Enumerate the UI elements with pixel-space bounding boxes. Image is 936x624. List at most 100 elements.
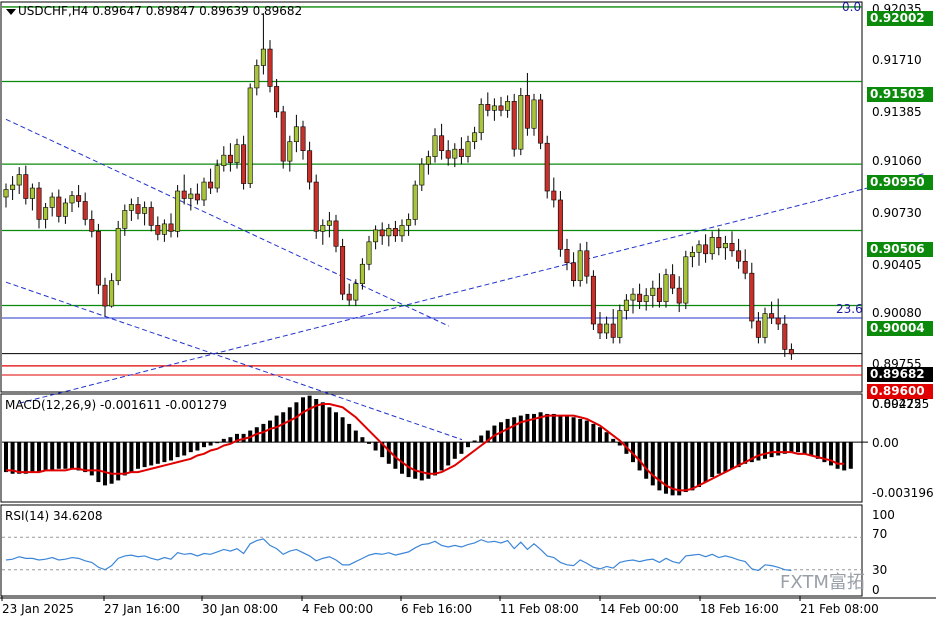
candle-body	[736, 250, 742, 262]
candle-body	[590, 275, 596, 325]
macd-histogram-bar	[697, 442, 701, 488]
candle-body	[439, 135, 445, 151]
macd-histogram-bar	[703, 442, 708, 483]
candle-body	[571, 262, 577, 281]
candle-body	[43, 207, 49, 220]
macd-histogram-bar	[294, 402, 299, 443]
macd-histogram-bar	[406, 442, 411, 478]
macd-histogram-bar	[459, 442, 464, 454]
candle-body	[326, 220, 332, 226]
candle-body	[399, 225, 405, 237]
macd-histogram-bar	[307, 395, 312, 443]
chart-canvas[interactable]	[0, 0, 936, 624]
chart-menu-triangle-icon[interactable]	[6, 9, 16, 15]
level-tag-0-90950[interactable]: 0.90950	[867, 175, 933, 190]
macd-histogram-bar	[373, 442, 378, 451]
macd-histogram-bar	[439, 442, 444, 471]
candle-body	[656, 287, 662, 302]
macd-histogram-bar	[433, 442, 437, 476]
macd-histogram-bar	[584, 420, 589, 443]
macd-histogram-bar	[188, 442, 193, 453]
rsi-pane[interactable]	[2, 536, 862, 572]
candle-body	[524, 95, 530, 129]
macd-histogram-bar	[327, 407, 332, 443]
candle-body	[485, 104, 491, 111]
macd-histogram-bar	[287, 407, 292, 443]
macd-histogram-bar	[76, 442, 81, 471]
time-axis-label: 27 Jan 16:00	[104, 602, 180, 616]
candle-body	[194, 193, 200, 201]
candle-body	[716, 237, 722, 249]
macd-histogram-bar	[637, 442, 642, 471]
candle-body	[386, 228, 392, 237]
candle-body	[584, 250, 590, 277]
candle-body	[201, 181, 207, 201]
macd-histogram-bar	[683, 442, 688, 493]
rsi-line	[5, 538, 792, 572]
candle-body	[267, 48, 273, 87]
candle-body	[676, 287, 682, 304]
macd-histogram-bar	[525, 413, 530, 443]
candle-body	[610, 323, 616, 338]
chart-header: USDCHF,H4 0.89647 0.89847 0.89639 0.8968…	[18, 4, 302, 18]
price-pane[interactable]	[2, 6, 925, 441]
candle-body	[419, 163, 425, 186]
level-tag-0-91503[interactable]: 0.91503	[867, 87, 933, 102]
candle-body	[155, 225, 161, 235]
macd-histogram-bar	[4, 442, 8, 473]
candle-body	[432, 135, 438, 157]
time-axis-label: 11 Feb 08:00	[500, 602, 579, 616]
macd-histogram-bar	[334, 412, 338, 443]
candle-body	[762, 313, 768, 338]
candle-body	[498, 105, 504, 111]
candle-body	[287, 141, 293, 162]
candle-body	[36, 187, 42, 220]
candle-body	[175, 190, 181, 232]
macd-histogram-bar	[136, 442, 140, 469]
ohlc-values: 0.89647 0.89847 0.89639 0.89682	[92, 4, 303, 18]
candle-body	[3, 189, 9, 198]
price-axis-label: 0.90405	[872, 258, 922, 272]
macd-histogram-bar	[96, 442, 101, 483]
candle-body	[353, 283, 359, 301]
candle-body	[406, 219, 412, 226]
macd-histogram-bar	[228, 437, 233, 443]
macd-histogram-bar	[796, 442, 800, 453]
macd-histogram-bar	[565, 415, 569, 443]
macd-histogram-bar	[598, 427, 602, 443]
candle-body	[56, 196, 62, 217]
macd-histogram-bar	[730, 442, 734, 469]
time-axis-label: 30 Jan 08:00	[202, 602, 278, 616]
fxtm-watermark-logo: FXTM富拓	[780, 572, 865, 593]
candle-body	[109, 280, 115, 307]
macd-histogram-bar	[650, 442, 655, 486]
level-tag-0-92002[interactable]: 0.92002	[867, 11, 933, 26]
macd-histogram-bar	[182, 442, 187, 456]
candle-body	[788, 349, 794, 355]
fibo-label-23-6: 23.6	[836, 302, 863, 316]
candle-body	[122, 210, 128, 229]
candle-body	[346, 293, 352, 301]
candle-body	[128, 204, 134, 211]
candle-body	[359, 263, 365, 284]
time-axis-label: 18 Feb 16:00	[700, 602, 779, 616]
macd-histogram-bar	[353, 430, 358, 443]
macd-histogram-bar	[756, 442, 761, 461]
candle-body	[623, 299, 629, 311]
candle-body	[247, 87, 253, 184]
candle-body	[227, 154, 233, 163]
macd-histogram-bar	[644, 442, 649, 479]
price-axis-label: 0.90730	[872, 206, 922, 220]
candle-body	[557, 199, 563, 250]
macd-histogram-bar	[479, 435, 484, 443]
macd-histogram-bar	[274, 415, 279, 443]
macd-histogram-bar	[103, 442, 107, 486]
level-tag-0-90004[interactable]: 0.90004	[867, 321, 933, 336]
macd-histogram-bar	[558, 415, 563, 443]
level-tag-0-90506[interactable]: 0.90506	[867, 242, 933, 257]
candle-body	[76, 195, 82, 202]
macd-histogram-bar	[809, 442, 814, 456]
macd-histogram-bar	[723, 442, 728, 473]
macd-histogram-bar	[109, 442, 114, 484]
candle-body	[729, 243, 735, 252]
